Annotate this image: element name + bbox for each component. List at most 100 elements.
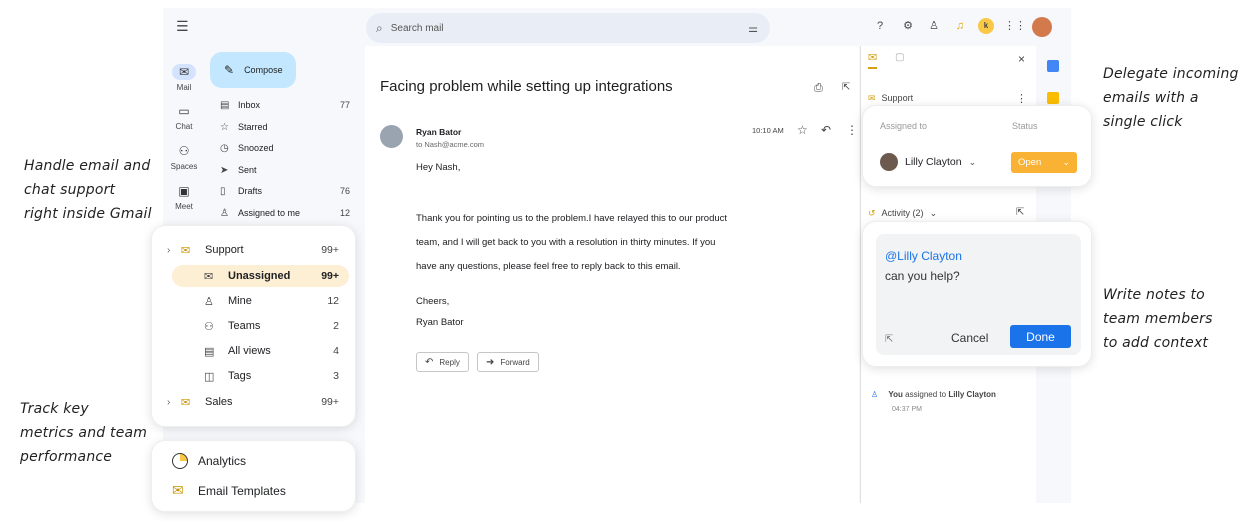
search-icon: ⌕ <box>376 20 383 35</box>
nav-assigned-to-me[interactable]: ♙ Assigned to me 12 <box>220 203 350 223</box>
item-unassigned[interactable]: ✉ Unassigned 99+ <box>172 265 349 287</box>
chevron-down-icon: ⌄ <box>968 156 977 167</box>
forward-button[interactable]: ➜ Forward <box>477 352 539 372</box>
search-input[interactable]: Search mail <box>391 23 444 34</box>
item-teams[interactable]: ⚇ Teams 2 <box>152 315 357 337</box>
recipient-line: to Nash@acme.com <box>416 140 485 149</box>
assignee-dropdown[interactable]: Lilly Clayton ⌄ <box>880 153 976 171</box>
chat-icon: ▭ <box>178 104 190 118</box>
email-body-line: have any questions, please feel free to … <box>416 261 681 272</box>
status-label: Status <box>1012 121 1038 131</box>
nav-inbox[interactable]: ▤ Inbox 77 <box>220 95 350 115</box>
nav-drafts[interactable]: ▯ Drafts 76 <box>220 181 350 201</box>
reply-arrow-icon[interactable]: ↶ <box>821 123 831 137</box>
rail-spaces[interactable]: ⚇ Spaces <box>163 143 205 171</box>
email-view: Facing problem while setting up integrat… <box>365 46 859 503</box>
tools-card: Analytics ✉ Email Templates <box>151 440 356 512</box>
pie-chart-icon <box>172 453 188 469</box>
avatar <box>880 153 898 171</box>
close-icon[interactable]: × <box>1018 52 1025 66</box>
envelope-open-icon: ✉ <box>204 270 214 283</box>
cancel-button[interactable]: Cancel <box>951 331 988 345</box>
spaces-icon: ⚇ <box>178 144 190 158</box>
chevron-right-icon: › <box>167 244 171 256</box>
settings-icon[interactable]: ⚙ <box>900 18 916 34</box>
video-icon: ▣ <box>178 184 190 198</box>
open-external-icon[interactable]: ⇱ <box>1016 207 1024 218</box>
template-envelope-icon: ✉ <box>172 482 184 498</box>
group-support[interactable]: › ✉ Support 99+ <box>152 239 357 261</box>
extension-icon[interactable]: k <box>978 18 994 34</box>
more-options-icon[interactable]: ⋮ <box>846 123 858 137</box>
reply-button[interactable]: ↶ Reply <box>416 352 469 372</box>
person-icon: ♙ <box>220 207 229 219</box>
nav-sent[interactable]: ➤ Sent <box>220 160 350 180</box>
item-mine[interactable]: ♙ Mine 12 <box>152 290 357 312</box>
note-editor[interactable]: @Lilly Clayton can you help? ⇱ Cancel Do… <box>876 234 1081 355</box>
draft-icon: ▯ <box>220 185 226 197</box>
account-avatar[interactable] <box>1032 17 1052 37</box>
panel-more-icon[interactable]: ⋮ <box>1016 92 1027 105</box>
search-bar[interactable]: ⌕ Search mail ⚌ <box>366 13 770 43</box>
pencil-icon: ✎ <box>224 63 235 77</box>
clock-icon: ◷ <box>220 142 229 154</box>
email-time: 10:10 AM <box>752 126 784 135</box>
star-icon[interactable]: ☆ <box>797 123 808 137</box>
group-sales[interactable]: › ✉ Sales 99+ <box>152 391 357 413</box>
help-icon[interactable]: ? <box>872 18 888 34</box>
assigned-to-label: Assigned to <box>880 121 928 131</box>
email-templates-link[interactable]: ✉ Email Templates <box>172 482 286 499</box>
sender-avatar <box>380 125 403 148</box>
open-new-window-icon[interactable]: ⇱ <box>842 82 850 93</box>
views-icon: ▤ <box>204 345 215 358</box>
envelope-icon: ✉ <box>181 396 191 409</box>
rail-chat[interactable]: ▭ Chat <box>163 103 205 131</box>
keep-icon[interactable] <box>1047 92 1059 104</box>
helpdesk-nav-card: › ✉ Support 99+ ✉ Unassigned 99+ ♙ Mine … <box>151 225 356 427</box>
activity-log-time: 04:37 PM <box>892 406 922 413</box>
activity-log-entry: ♙ You assigned to Lilly Clayton <box>871 390 996 399</box>
contact-tab-icon[interactable]: ▢ <box>895 52 904 63</box>
annotation-delegate-emails: Delegate incoming emails with a single c… <box>1103 66 1239 130</box>
note-card: @Lilly Clayton can you help? ⇱ Cancel Do… <box>862 221 1092 367</box>
person-icon: ♙ <box>204 295 214 308</box>
rail-mail[interactable]: ✉ Mail <box>163 64 205 92</box>
print-icon[interactable]: ⎙ <box>814 82 823 95</box>
activity-toggle[interactable]: ↺ Activity (2) ⌄ <box>868 208 937 219</box>
item-all-views[interactable]: ▤ All views 4 <box>152 340 357 362</box>
sender-name: Ryan Bator <box>416 127 462 137</box>
nav-starred[interactable]: ☆ Starred <box>220 117 350 137</box>
email-greeting: Hey Nash, <box>416 162 461 173</box>
inbox-tab-icon[interactable]: ✉ <box>868 51 878 69</box>
forward-arrow-icon: ➜ <box>486 356 495 368</box>
tag-icon: ◫ <box>204 370 215 383</box>
person-icon: ♙ <box>871 390 879 399</box>
done-button[interactable]: Done <box>1010 325 1071 348</box>
rail-meet[interactable]: ▣ Meet <box>163 183 205 211</box>
status-dropdown[interactable]: Open ⌄ <box>1011 152 1077 173</box>
calendar-icon[interactable] <box>1047 60 1059 72</box>
annotation-handle-email: Handle email and chat support right insi… <box>24 158 152 222</box>
inbox-name-row: ✉ Support <box>868 93 914 103</box>
note-text: can you help? <box>885 269 960 283</box>
filter-options-icon[interactable]: ⚌ <box>748 22 758 35</box>
inbox-icon: ▤ <box>220 99 230 111</box>
compose-button[interactable]: ✎ Compose <box>210 52 296 88</box>
assign-card: Assigned to Status Lilly Clayton ⌄ Open … <box>862 105 1092 187</box>
email-body-line: team, and I will get back to you with a … <box>416 237 716 248</box>
chevron-right-icon: › <box>167 396 171 408</box>
reply-arrow-icon: ↶ <box>425 356 434 368</box>
star-icon: ☆ <box>220 121 229 133</box>
email-subject: Facing problem while setting up integrat… <box>380 78 673 95</box>
expand-icon[interactable]: ⇱ <box>885 334 893 345</box>
mail-icon: ✉ <box>172 64 196 80</box>
apps-grid-icon[interactable]: ⋮⋮ <box>1004 18 1026 34</box>
notifications-bell-icon[interactable]: ♫ <box>952 18 968 34</box>
analytics-link[interactable]: Analytics <box>172 453 246 469</box>
annotation-track-metrics: Track key metrics and team performance <box>20 401 148 465</box>
send-icon: ➤ <box>220 164 229 176</box>
item-tags[interactable]: ◫ Tags 3 <box>152 365 357 387</box>
nav-snoozed[interactable]: ◷ Snoozed <box>220 138 350 158</box>
chevron-down-icon: ⌄ <box>929 208 938 218</box>
user-settings-icon[interactable]: ♙ <box>926 18 942 34</box>
